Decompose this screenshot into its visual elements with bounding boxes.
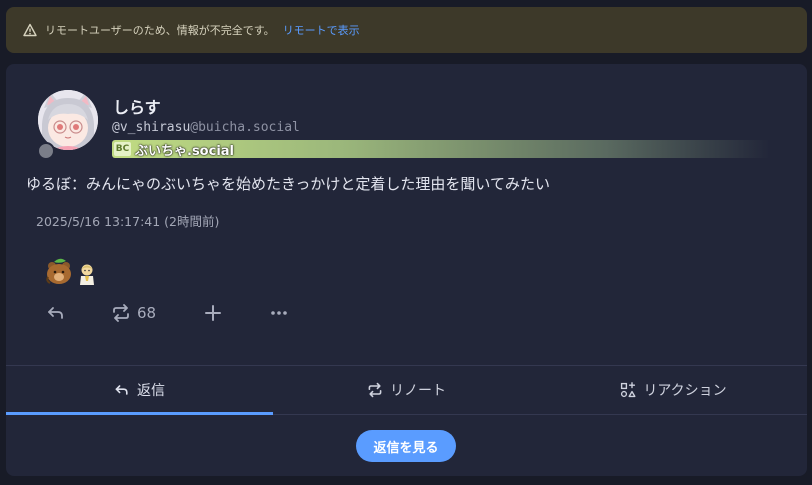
plus-icon [205,305,221,321]
repeat-icon [113,304,129,322]
username: @v_shirasu [112,120,191,135]
renote-button[interactable]: 68 [111,300,156,326]
tab-reactions-label: リアクション [643,383,727,399]
reply-button[interactable] [46,300,66,326]
tab-replies[interactable]: 返信 [6,366,273,415]
instance-name: ぶいちゃ.social [135,143,234,159]
renote-count: 68 [137,304,157,322]
instance-icon: BC [114,142,131,156]
tab-replies-label: 返信 [137,383,165,399]
reply-icon [115,385,128,395]
view-on-remote-link[interactable]: リモートで表示 [283,22,360,38]
bear-with-leaf-emoji[interactable] [44,257,74,289]
kneeling-person-emoji[interactable] [78,263,96,289]
note-card: しらす @v_shirasu@buicha.social BC ぶいちゃ.soc… [6,64,807,476]
user-handle[interactable]: @v_shirasu@buicha.social [112,120,300,135]
see-replies-button[interactable]: 返信を見る [356,430,456,462]
avatar[interactable] [38,90,98,150]
more-button[interactable] [269,300,289,326]
note-timestamp[interactable]: 2025/5/16 13:17:41 (2時間前) [36,211,219,230]
tab-renotes-label: リノート [390,383,446,399]
remote-user-warning: リモートユーザーのため、情報が不完全です。 リモートで表示 [6,7,807,53]
repeat-icon [368,382,382,398]
warning-text: リモートユーザーのため、情報が不完全です。 [45,24,275,37]
more-icon [271,311,287,315]
display-name[interactable]: しらす [113,94,161,118]
online-status-dot [37,142,55,160]
shapes-icon [621,382,636,398]
add-reaction-button[interactable] [203,300,223,326]
reactions-list [44,257,96,289]
warning-triangle-icon [23,23,37,37]
instance-ticker: BC ぶいちゃ.social [112,140,770,159]
user-host: @buicha.social [190,120,300,135]
note-text: ゆるぼ：みんにゃのぶいちゃを始めたきっかけと定着した理由を聞いてみたい [26,175,550,193]
tab-reactions[interactable]: リアクション [540,366,807,414]
tab-renotes[interactable]: リノート [273,366,540,414]
note-tabs: 返信 リノート リアクション [6,365,807,415]
reply-icon [48,307,63,319]
